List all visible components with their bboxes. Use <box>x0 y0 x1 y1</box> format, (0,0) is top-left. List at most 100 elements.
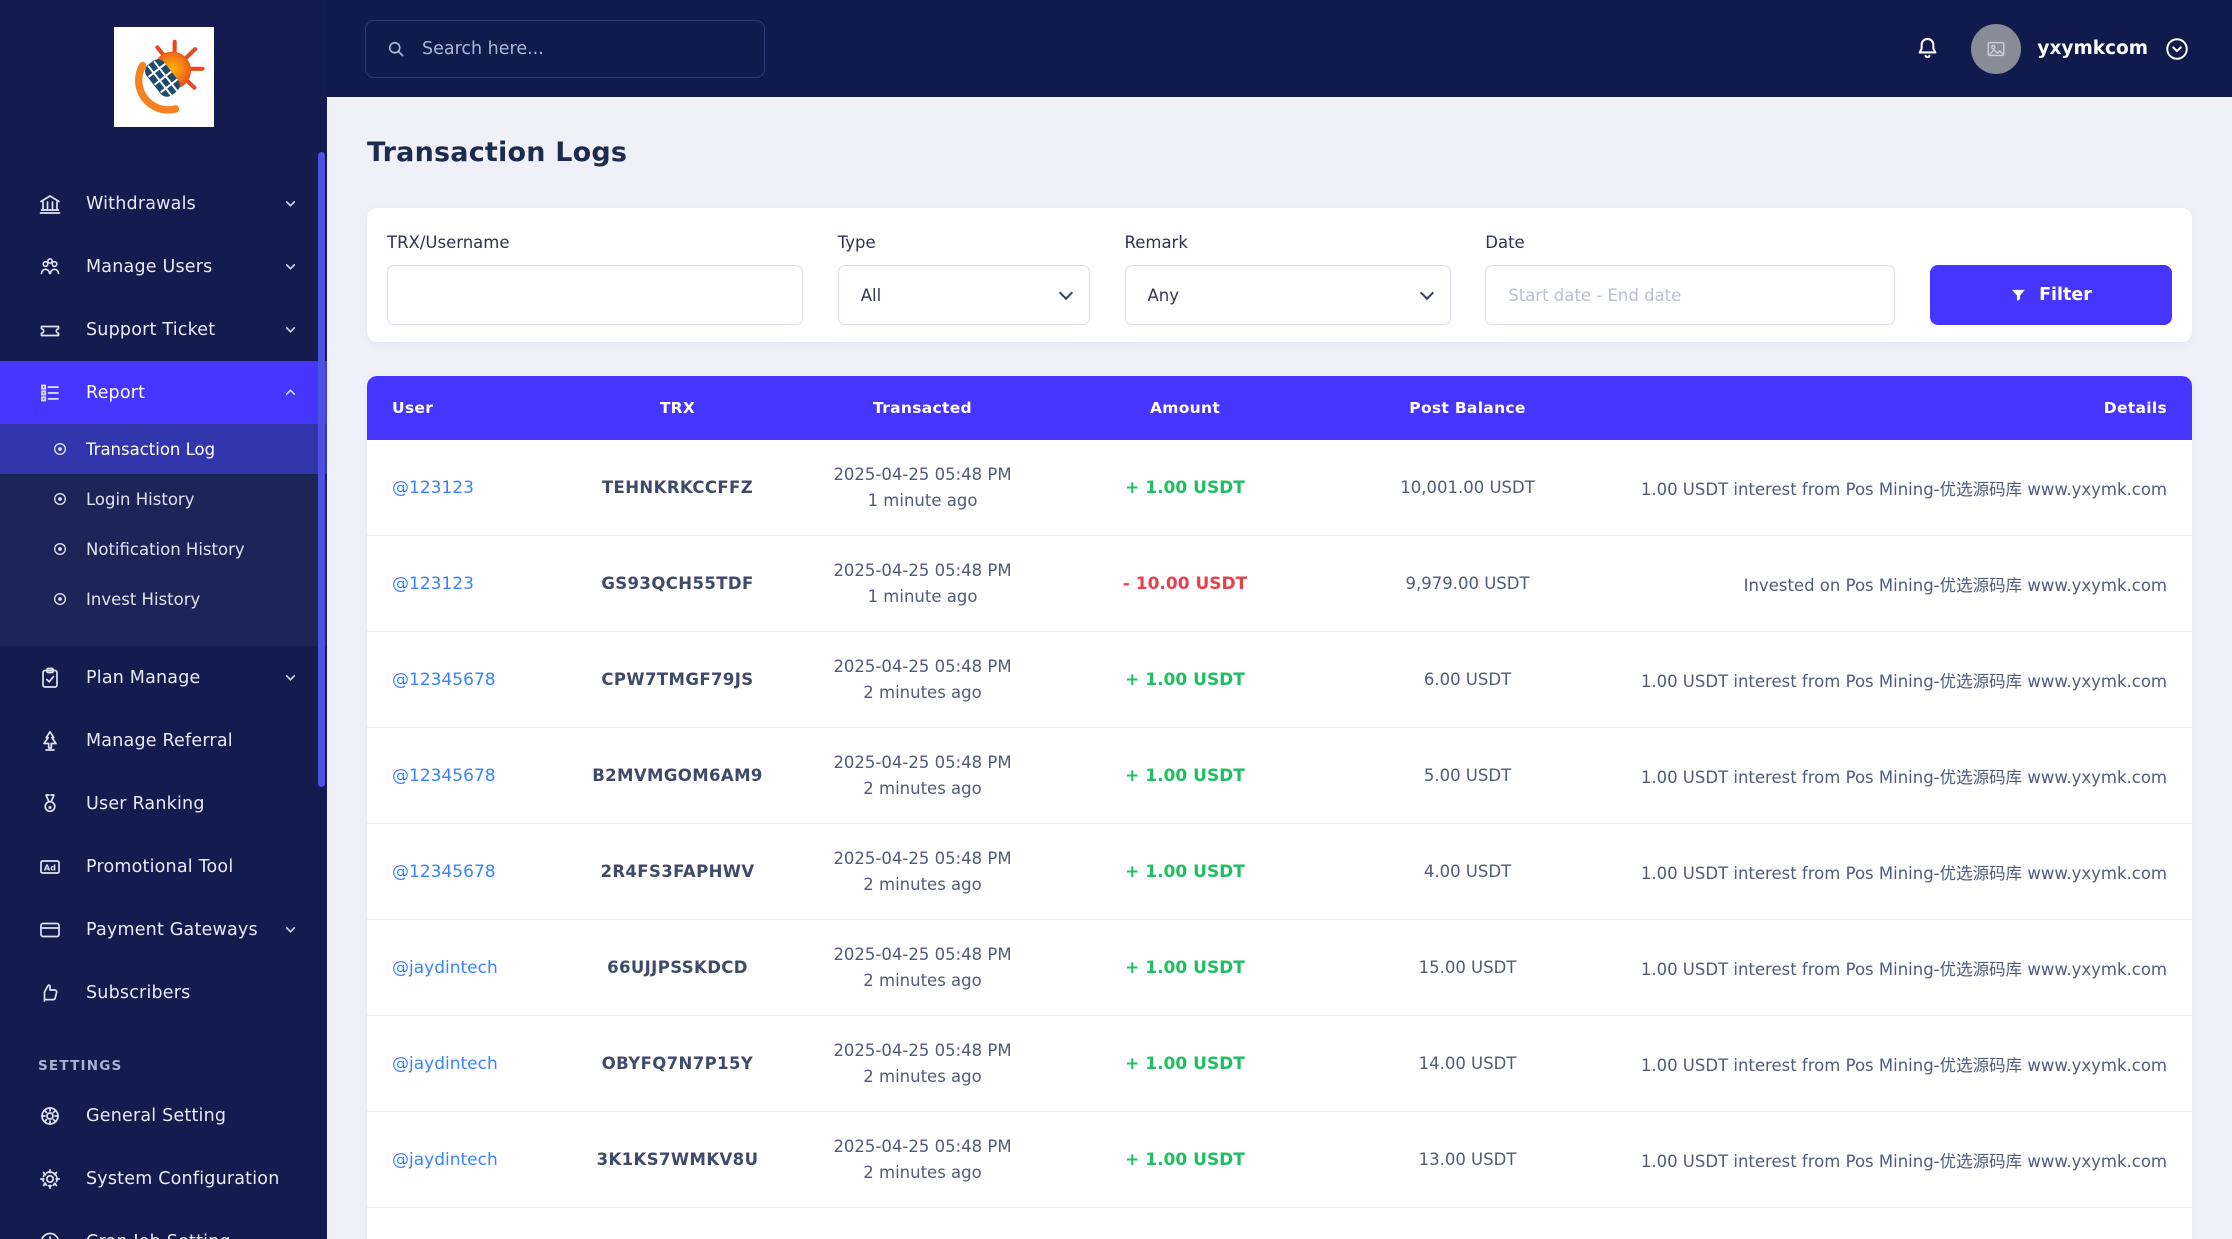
transacted-cell: 2025-04-25 05:48 PM 2 minutes ago <box>833 1040 1012 1086</box>
svg-text:Ad: Ad <box>44 863 56 872</box>
user-menu[interactable]: yxymkcom <box>1971 23 2190 74</box>
trx-cell: B2MVMGOM6AM9 <box>592 766 763 785</box>
sidebar-item-invest-history[interactable]: Invest History <box>0 574 327 624</box>
sidebar-item-manage-users[interactable]: Manage Users <box>0 235 327 298</box>
search-icon <box>386 39 406 59</box>
sidebar-item-login-history[interactable]: Login History <box>0 474 327 524</box>
funnel-icon <box>2010 287 2027 304</box>
user-link[interactable]: @123123 <box>392 478 474 498</box>
thumbs-up-icon <box>38 981 62 1005</box>
sidebar-scrollbar[interactable] <box>318 152 325 787</box>
sidebar-item-subscribers[interactable]: Subscribers <box>0 961 327 1024</box>
sidebar-item-label: User Ranking <box>86 793 205 814</box>
filter-button-label: Filter <box>2039 285 2092 305</box>
chevron-up-icon <box>284 386 297 399</box>
sidebar-item-cron-job-setting[interactable]: Cron Job Setting <box>0 1210 327 1239</box>
remark-select[interactable]: Any <box>1124 265 1451 325</box>
bullet-icon <box>52 591 68 607</box>
sidebar-item-promotional-tool[interactable]: Ad Promotional Tool <box>0 835 327 898</box>
ad-icon: Ad <box>38 855 62 879</box>
report-submenu: Transaction Log Login History Notificati… <box>0 424 327 646</box>
bullet-icon <box>52 491 68 507</box>
list-icon <box>38 381 62 405</box>
column-header-user: User <box>392 399 434 417</box>
user-link[interactable]: @12345678 <box>392 670 496 690</box>
sidebar-item-label: Transaction Log <box>86 439 216 459</box>
avatar <box>1971 23 2022 74</box>
amount-cell: + 1.00 USDT <box>1125 477 1245 498</box>
user-link[interactable]: @123123 <box>392 574 474 594</box>
details-cell: 1.00 USDT interest from Pos Mining-优选源码库… <box>1640 1151 2167 1171</box>
sidebar-item-label: Cron Job Setting <box>86 1232 231 1239</box>
trx-username-input[interactable] <box>410 285 780 305</box>
trx-cell: 3K1KS7WMKV8U <box>596 1150 759 1169</box>
sidebar-item-manage-referral[interactable]: Manage Referral <box>0 709 327 772</box>
settings-section-label: SETTINGS <box>38 1058 123 1074</box>
details-cell: 1.00 USDT interest from Pos Mining-优选源码库… <box>1640 479 2167 499</box>
post-balance-cell: 10,001.00 USDT <box>1400 478 1535 497</box>
post-balance-cell: 6.00 USDT <box>1423 670 1512 689</box>
user-link[interactable]: @jaydintech <box>392 1150 498 1170</box>
chevron-down-circle-icon <box>2164 36 2190 62</box>
post-balance-cell: 9,979.00 USDT <box>1405 574 1530 593</box>
sidebar-item-withdrawals[interactable]: Withdrawals <box>0 172 327 235</box>
filter-button[interactable]: Filter <box>1930 265 2172 325</box>
date-range-input[interactable] <box>1508 285 1873 305</box>
sidebar-item-plan-manage[interactable]: Plan Manage <box>0 646 327 709</box>
users-icon <box>38 255 62 279</box>
transacted-cell: 2025-04-25 05:48 PM 2 minutes ago <box>833 1136 1012 1182</box>
brand-logo[interactable] <box>113 27 214 127</box>
sidebar-item-label: Subscribers <box>86 982 191 1003</box>
sidebar-item-user-ranking[interactable]: User Ranking <box>0 772 327 835</box>
post-balance-cell: 4.00 USDT <box>1423 862 1512 881</box>
trx-cell: OBYFQ7N7P15Y <box>601 1054 754 1073</box>
chevron-down-icon <box>1058 285 1073 301</box>
column-header-amount: Amount <box>1149 399 1221 417</box>
sidebar-item-system-configuration[interactable]: System Configuration <box>0 1147 327 1210</box>
trx-username-group: TRX/Username <box>387 233 803 325</box>
ticket-icon <box>38 318 62 342</box>
remark-group: Remark Any <box>1124 233 1451 325</box>
gear-icon <box>38 1167 62 1191</box>
user-link[interactable]: @12345678 <box>392 766 496 786</box>
medal-icon <box>38 792 62 816</box>
sidebar-item-report[interactable]: Report <box>0 361 327 424</box>
post-balance-cell: 5.00 USDT <box>1423 766 1512 785</box>
sidebar-item-label: Support Ticket <box>86 319 216 340</box>
sun-globe-logo-icon <box>134 39 205 114</box>
date-group: Date <box>1485 233 1896 325</box>
sidebar-item-label: General Setting <box>86 1105 227 1126</box>
sidebar-item-transaction-log[interactable]: Transaction Log <box>0 424 327 474</box>
sidebar-item-payment-gateways[interactable]: Payment Gateways <box>0 898 327 961</box>
notification-bell-icon[interactable] <box>1914 35 1941 62</box>
chevron-down-icon <box>284 260 297 273</box>
user-link[interactable]: @jaydintech <box>392 1054 498 1074</box>
clipboard-icon <box>38 666 62 690</box>
chevron-down-icon <box>284 197 297 210</box>
search-box[interactable] <box>365 19 765 78</box>
sidebar-item-notification-history[interactable]: Notification History <box>0 524 327 574</box>
column-header-transacted: Transacted <box>873 399 972 417</box>
username-label: yxymkcom <box>2037 38 2148 59</box>
amount-cell: - 10.00 USDT <box>1122 573 1248 594</box>
table-row: @12345678 B2MVMGOM6AM9 2025-04-25 05:48 … <box>367 728 2192 824</box>
sidebar-item-label: Plan Manage <box>86 667 201 688</box>
transacted-cell: 2025-04-25 05:48 PM 2 minutes ago <box>833 656 1012 702</box>
type-group: Type All <box>837 233 1090 325</box>
chevron-down-icon <box>1419 285 1434 301</box>
trx-cell: GS93QCH55TDF <box>601 574 754 593</box>
type-select[interactable]: All <box>837 265 1090 325</box>
table-header: User TRX Transacted Amount Post Balance … <box>367 376 2192 440</box>
details-cell: 1.00 USDT interest from Pos Mining-优选源码库… <box>1640 767 2167 787</box>
details-cell: 1.00 USDT interest from Pos Mining-优选源码库… <box>1640 671 2167 691</box>
search-input[interactable] <box>422 38 744 59</box>
user-link[interactable]: @jaydintech <box>392 958 498 978</box>
trx-username-label: TRX/Username <box>387 233 510 252</box>
type-selected-value: All <box>860 285 882 305</box>
transacted-cell: 2025-04-25 05:48 PM 1 minute ago <box>833 560 1012 606</box>
sidebar-item-general-setting[interactable]: General Setting <box>0 1084 327 1147</box>
sidebar-item-label: Promotional Tool <box>86 856 234 877</box>
sidebar-item-support-ticket[interactable]: Support Ticket <box>0 298 327 361</box>
user-link[interactable]: @12345678 <box>392 862 496 882</box>
column-header-trx: TRX <box>659 399 696 417</box>
